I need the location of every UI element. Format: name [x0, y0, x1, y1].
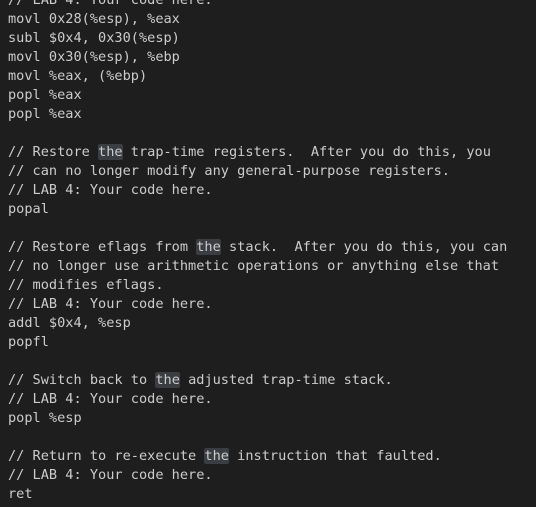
- code-line[interactable]: popl %eax: [8, 86, 507, 105]
- code-text-segment: // Switch back to: [8, 372, 156, 388]
- code-text-segment: trap-time registers. After you do this, …: [122, 144, 491, 160]
- code-line[interactable]: // Restore the trap-time registers. Afte…: [8, 143, 507, 162]
- code-line[interactable]: // LAB 4: Your code here.: [8, 466, 507, 485]
- code-line[interactable]: addl $0x4, %esp: [8, 314, 507, 333]
- word-highlight: the: [196, 239, 221, 255]
- code-line[interactable]: popl %eax: [8, 105, 507, 124]
- code-editor[interactable]: // LAB 4: Your code here. movl 0x28(%esp)…: [0, 0, 536, 507]
- code-line[interactable]: // no longer use arithmetic operations o…: [8, 257, 507, 276]
- code-text-segment: // Return to re-execute: [8, 448, 205, 464]
- code-line[interactable]: [8, 124, 507, 143]
- code-line[interactable]: // LAB 4: Your code here.: [8, 0, 507, 10]
- code-line[interactable]: // Switch back to the adjusted trap-time…: [8, 371, 507, 390]
- code-line[interactable]: [8, 428, 507, 447]
- code-line[interactable]: popl %esp: [8, 409, 507, 428]
- code-text-segment: adjusted trap-time stack.: [179, 372, 393, 388]
- code-line[interactable]: // can no longer modify any general-purp…: [8, 162, 507, 181]
- code-line[interactable]: popal: [8, 200, 507, 219]
- code-line[interactable]: movl 0x28(%esp), %eax: [8, 10, 507, 29]
- word-highlight: the: [204, 448, 229, 464]
- code-line[interactable]: movl %eax, (%ebp): [8, 67, 507, 86]
- code-text-segment: // Restore eflags from: [8, 239, 197, 255]
- code-line[interactable]: // Return to re-execute the instruction …: [8, 447, 507, 466]
- code-text-segment: // Restore: [8, 144, 99, 160]
- code-line[interactable]: subl $0x4, 0x30(%esp): [8, 29, 507, 48]
- code-line[interactable]: // modifies eflags.: [8, 276, 507, 295]
- code-text-segment: instruction that faulted.: [228, 448, 442, 464]
- code-line[interactable]: popfl: [8, 333, 507, 352]
- code-line[interactable]: // LAB 4: Your code here.: [8, 181, 507, 200]
- code-line[interactable]: // LAB 4: Your code here.: [8, 295, 507, 314]
- code-line[interactable]: ret: [8, 485, 507, 504]
- code-text-area[interactable]: // LAB 4: Your code here. movl 0x28(%esp)…: [8, 0, 507, 504]
- code-line[interactable]: [8, 352, 507, 371]
- code-line[interactable]: movl 0x30(%esp), %ebp: [8, 48, 507, 67]
- code-line[interactable]: // Restore eflags from the stack. After …: [8, 238, 507, 257]
- code-line[interactable]: [8, 219, 507, 238]
- word-highlight: the: [98, 144, 123, 160]
- word-highlight: the: [155, 372, 180, 388]
- code-line[interactable]: // LAB 4: Your code here.: [8, 390, 507, 409]
- code-text-segment: stack. After you do this, you can: [220, 239, 508, 255]
